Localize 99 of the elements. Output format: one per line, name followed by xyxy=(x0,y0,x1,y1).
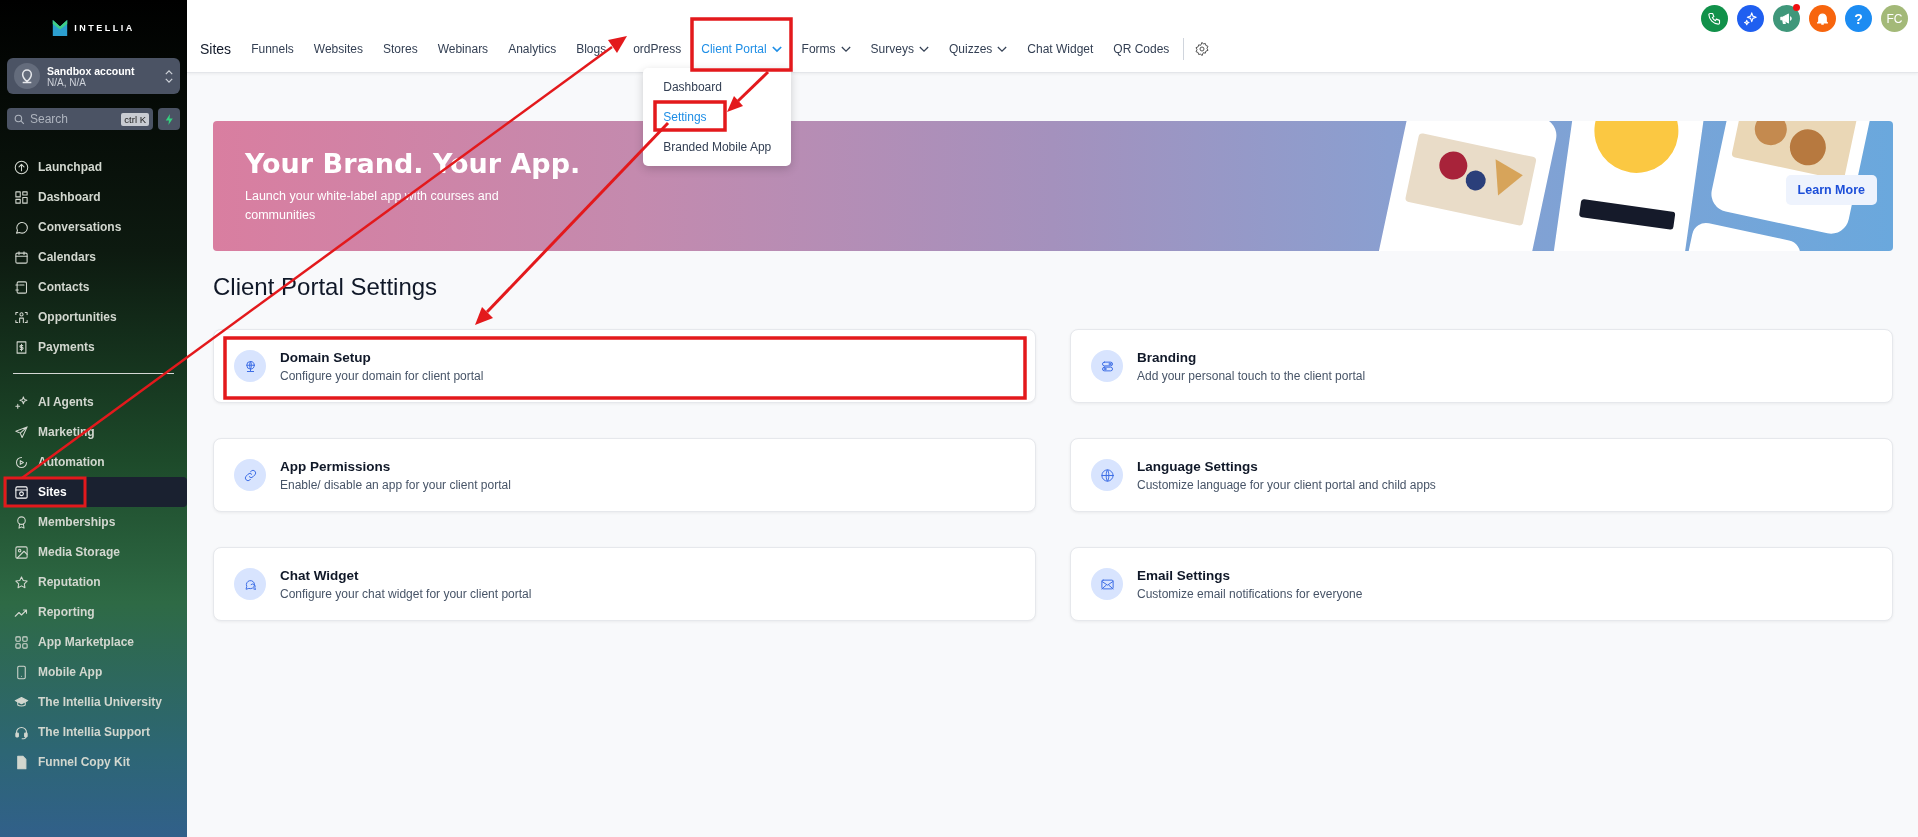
people-icon xyxy=(14,309,29,325)
nav-tab[interactable]: Websites xyxy=(303,38,373,60)
document-icon xyxy=(14,754,29,770)
receipt-icon xyxy=(14,339,29,355)
play-circle-icon xyxy=(14,454,29,470)
sidebar-item[interactable]: Payments xyxy=(7,332,187,362)
section-title: Sites xyxy=(200,41,232,57)
sidebar-item[interactable]: Conversations xyxy=(7,212,187,242)
grid-icon xyxy=(14,189,29,205)
card-title: Branding xyxy=(1137,349,1198,365)
settings-card[interactable]: Language Settings Customize language for your client portal and child apps xyxy=(1070,438,1893,512)
mail-icon xyxy=(1099,576,1115,592)
star-icon xyxy=(14,574,29,590)
graduation-cap-icon xyxy=(14,694,29,710)
notebook-icon xyxy=(14,279,29,295)
settings-card[interactable]: App Permissions Enable/ disable an app for your client portal xyxy=(213,438,1036,512)
chat-bubble-icon xyxy=(14,219,29,235)
send-icon xyxy=(14,424,29,440)
search-field[interactable]: Search ctrl K xyxy=(7,108,153,130)
sidebar-item[interactable]: Reputation xyxy=(7,567,187,597)
card-title: Language Settings xyxy=(1137,458,1259,474)
search-input[interactable]: Search xyxy=(30,112,118,126)
sidebar-item[interactable]: Media Storage xyxy=(7,537,187,567)
phone-icon xyxy=(1707,11,1722,26)
sidebar-item[interactable]: Launchpad xyxy=(7,152,187,182)
settings-card[interactable]: Email Settings Customize email notifications for everyone xyxy=(1070,547,1893,621)
nav-tab[interactable]: Surveys xyxy=(860,38,939,60)
card-description: Configure your chat widget for your client portal xyxy=(280,586,532,601)
card-description: Enable/ disable an app for your client portal xyxy=(280,477,511,492)
shortcut-hint: ctrl K xyxy=(121,112,149,126)
settings-card[interactable]: Chat Widget Configure your chat widget for your client portal xyxy=(213,547,1036,621)
settings-card[interactable]: Branding Add your personal touch to the client portal xyxy=(1070,329,1893,403)
sidebar-item[interactable]: App Marketplace xyxy=(7,627,187,657)
card-description: Configure your domain for client portal xyxy=(280,368,484,383)
sidebar-item[interactable]: The Intellia Support xyxy=(7,717,187,747)
grid-icon xyxy=(14,634,29,650)
megaphone-button[interactable] xyxy=(1773,5,1800,32)
account-name: Sandbox account xyxy=(47,64,136,77)
sidebar-item[interactable]: Opportunities xyxy=(7,302,187,332)
menu-item[interactable]: Settings xyxy=(651,104,784,130)
browser-icon xyxy=(14,484,29,500)
chevron-updown-icon xyxy=(165,69,173,83)
upload-circle-icon xyxy=(14,159,29,175)
sidebar-item[interactable]: Memberships xyxy=(7,507,187,537)
settings-icon[interactable] xyxy=(1194,41,1211,57)
globe-icon xyxy=(1099,467,1115,483)
nav-tab[interactable]: Quizzes xyxy=(938,38,1018,60)
sidebar-item[interactable]: The Intellia University xyxy=(7,687,187,717)
sidebar-item[interactable]: Reporting xyxy=(7,597,187,627)
menu-item[interactable]: Dashboard xyxy=(651,74,784,100)
bell-button[interactable] xyxy=(1809,5,1836,32)
sparkle-icon xyxy=(1743,11,1758,26)
sidebar-item[interactable]: Mobile App xyxy=(7,657,187,687)
nav-tab[interactable]: QR Codes xyxy=(1103,38,1180,60)
nav-tab[interactable]: Client Portal xyxy=(691,38,792,60)
nav-tab[interactable]: Forms xyxy=(791,38,861,60)
sidebar-item[interactable]: AI Agents xyxy=(7,387,187,417)
learn-more-button[interactable]: Learn More xyxy=(1785,175,1877,205)
calendar-icon xyxy=(14,249,29,265)
megaphone-icon xyxy=(1779,11,1794,26)
nav-tab[interactable]: Analytics xyxy=(498,38,567,60)
account-switcher[interactable]: Sandbox account N/A, N/A xyxy=(7,58,180,94)
card-title: Domain Setup xyxy=(280,349,372,365)
card-title: Email Settings xyxy=(1137,567,1232,583)
logo-text: INTELLIA xyxy=(74,23,135,33)
logo-icon xyxy=(52,19,69,37)
card-description: Add your personal touch to the client portal xyxy=(1137,368,1366,383)
nav-tab[interactable]: Chat Widget xyxy=(1017,38,1104,60)
award-icon xyxy=(14,514,29,530)
image-icon xyxy=(14,544,29,560)
card-title: App Permissions xyxy=(280,458,392,474)
sidebar-item[interactable]: Dashboard xyxy=(7,182,187,212)
phone-button[interactable] xyxy=(1701,5,1728,32)
nav-tab[interactable]: Webinars xyxy=(427,38,499,60)
annotation-arrow xyxy=(727,70,770,112)
sidebar-item[interactable]: Calendars xyxy=(7,242,187,272)
sparkle-button[interactable] xyxy=(1737,5,1764,32)
nav-tab[interactable]: ordPress xyxy=(606,38,692,60)
toggle-icon xyxy=(1099,358,1115,374)
sidebar-item[interactable]: Sites xyxy=(7,477,187,507)
nav-tab[interactable]: Blogs xyxy=(566,38,607,60)
nav-tab[interactable]: Funnels xyxy=(241,38,304,60)
sparkle-icon xyxy=(14,394,29,410)
card-title: Chat Widget xyxy=(280,567,360,583)
headset-icon xyxy=(14,724,29,740)
sidebar-item[interactable]: Contacts xyxy=(7,272,187,302)
mobile-icon xyxy=(14,664,29,680)
bell-icon xyxy=(1815,11,1830,26)
card-description: Customize email notifications for everyone xyxy=(1137,586,1363,601)
page-title: Client Portal Settings xyxy=(213,273,439,301)
quick-action-button[interactable] xyxy=(158,108,180,130)
link-icon xyxy=(242,467,258,483)
sidebar-item[interactable]: Funnel Copy Kit xyxy=(7,747,187,777)
nav-tab[interactable]: Stores xyxy=(372,38,428,60)
search-icon xyxy=(13,112,26,126)
menu-item[interactable]: Branded Mobile App xyxy=(651,134,784,160)
card-description: Customize language for your client portal and child apps xyxy=(1137,477,1436,492)
account-location: N/A, N/A xyxy=(47,76,87,88)
location-pin-icon xyxy=(14,63,40,89)
